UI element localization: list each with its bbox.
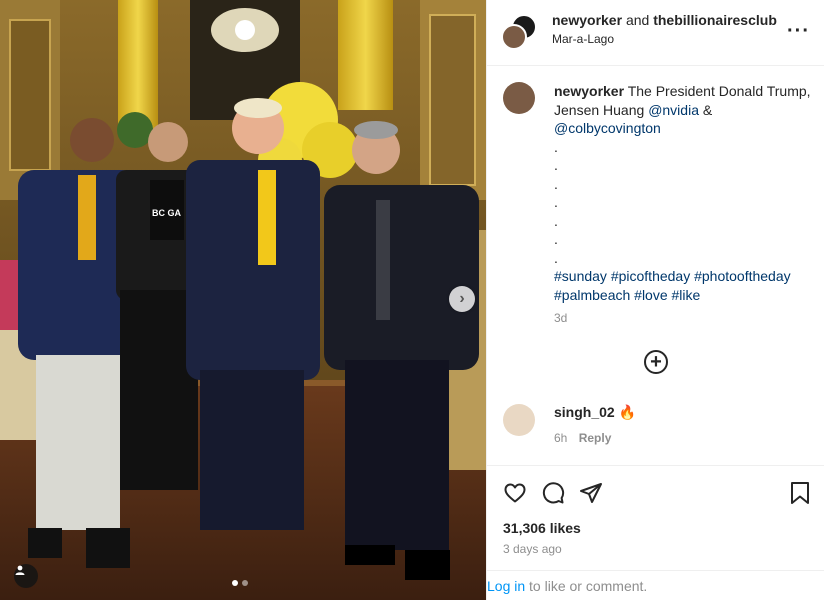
login-link[interactable]: Log in — [487, 578, 525, 594]
caption-dot: . — [554, 249, 558, 266]
caption-dot: . — [554, 194, 558, 210]
post-location[interactable]: Mar-a-Lago — [552, 32, 614, 46]
shirt-logo-text: BC GA — [152, 208, 182, 218]
plus-circle-icon: + — [650, 351, 662, 373]
post-actions: 31,306 likes 3 days ago — [487, 465, 824, 556]
comment-text: 🔥 — [618, 404, 637, 420]
reply-button[interactable]: Reply — [579, 431, 612, 445]
more-options-button[interactable]: ··· — [787, 20, 810, 43]
likes-count[interactable]: 31,306 likes — [503, 520, 581, 536]
comment-item: singh_02 🔥 6h Reply — [503, 404, 813, 445]
caption-text: newyorker The President Donald Trump, Je… — [554, 82, 813, 328]
caption-hashtags[interactable]: #sunday #picoftheday #photooftheday #pal… — [554, 268, 791, 303]
comment-icon[interactable] — [541, 481, 565, 505]
commenter-avatar[interactable] — [503, 404, 535, 436]
caption-author-avatar[interactable] — [503, 82, 535, 114]
comment-age: 6h — [554, 431, 568, 445]
login-prompt: Log in to like or comment. — [487, 570, 824, 600]
more-options-icon: ··· — [787, 20, 810, 42]
caption-mention-nvidia[interactable]: @nvidia — [648, 102, 699, 118]
post-header: newyorker and thebillionairesclub Mar-a-… — [487, 0, 824, 66]
authors-connector: and — [625, 12, 650, 28]
post-photo[interactable]: BC GA › — [0, 0, 486, 600]
load-more-comments-button[interactable]: + — [644, 350, 668, 374]
caption-mention-colbycovington[interactable]: @colbycovington — [554, 120, 661, 136]
caption-dot: . — [554, 175, 558, 192]
caption-author-username[interactable]: newyorker — [554, 83, 624, 99]
caption-dot: . — [554, 138, 558, 155]
login-prompt-text: to like or comment. — [529, 578, 648, 594]
heart-icon[interactable] — [503, 481, 527, 505]
carousel-next-button[interactable]: › — [449, 286, 475, 312]
user-tag-button[interactable] — [14, 564, 38, 588]
caption-dot: . — [554, 157, 558, 173]
commenter-username[interactable]: singh_02 — [554, 404, 615, 420]
chevron-right-icon: › — [459, 290, 465, 307]
photo-illustration: BC GA — [0, 0, 486, 600]
collaborator-username[interactable]: thebillionairesclub — [653, 12, 777, 28]
carousel-indicator — [232, 580, 248, 586]
bookmark-icon[interactable] — [789, 481, 811, 505]
author-avatars[interactable] — [501, 14, 539, 52]
carousel-dot-active — [232, 580, 238, 586]
share-icon[interactable] — [579, 481, 603, 505]
post-date: 3 days ago — [503, 542, 562, 556]
caption-dot: . — [554, 231, 558, 247]
post-authors: newyorker and thebillionairesclub — [552, 12, 782, 28]
user-tag-icon — [15, 565, 25, 575]
post-side-panel: newyorker and thebillionairesclub Mar-a-… — [486, 0, 824, 600]
author-avatar[interactable] — [501, 24, 527, 50]
carousel-dot — [242, 580, 248, 586]
caption-age: 3d — [554, 311, 568, 325]
author-username[interactable]: newyorker — [552, 12, 622, 28]
post-caption: newyorker The President Donald Trump, Je… — [503, 82, 813, 328]
caption-ampersand: & — [702, 101, 713, 118]
caption-dot: . — [554, 212, 558, 229]
